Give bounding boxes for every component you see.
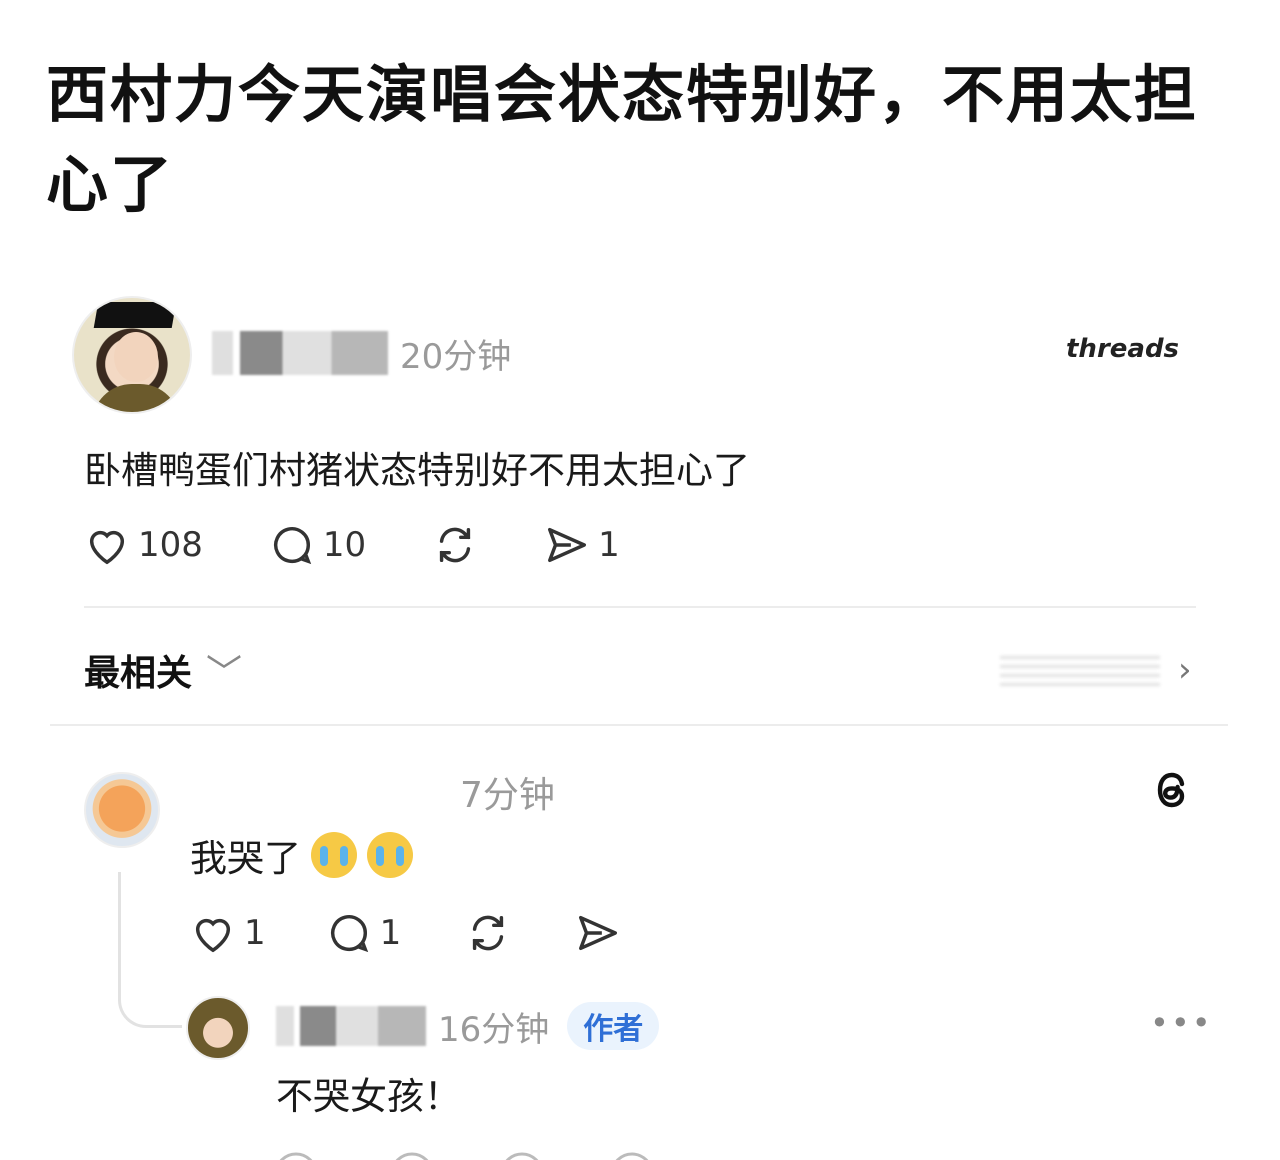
comment-actions: 1 1 <box>190 910 621 956</box>
author-badge: 作者 <box>567 1002 660 1050</box>
more-icon[interactable]: ••• <box>1150 1004 1213 1042</box>
heart-icon <box>195 918 231 953</box>
post-avatar[interactable] <box>72 296 192 414</box>
reply-text: 不哭女孩！ <box>276 1075 461 1118</box>
post-meta: 20分钟 <box>212 328 511 378</box>
comment-reply-count: 1 <box>379 913 402 953</box>
threads-brand: threads <box>1066 334 1179 364</box>
reply-actions-icons <box>279 1152 649 1160</box>
blurred-username[interactable] <box>212 331 388 375</box>
send-icon <box>548 527 587 563</box>
comment-like-count: 1 <box>244 913 266 953</box>
divider <box>50 724 1228 726</box>
replier-avatar[interactable] <box>186 996 250 1060</box>
share-button[interactable]: 1 <box>544 522 620 568</box>
heart-icon <box>89 530 125 565</box>
crying-face-icon <box>311 832 357 878</box>
threads-logo-icon[interactable] <box>1148 766 1196 814</box>
send-icon <box>579 915 618 951</box>
comment-text: 我哭了 <box>190 837 301 880</box>
graduation-cap-icon <box>93 302 177 328</box>
comment-time: 7分钟 <box>460 775 555 816</box>
reply-time: 16分钟 <box>438 1009 550 1050</box>
avatar-face <box>114 332 158 382</box>
comment-reply-button[interactable]: 1 <box>326 910 402 956</box>
blurred-username[interactable] <box>276 1006 426 1046</box>
comment-like-button[interactable]: 1 <box>190 910 266 956</box>
sort-dropdown[interactable]: 最相关 ﹀ <box>84 644 242 696</box>
chevron-right-icon[interactable]: › <box>1178 650 1192 690</box>
repost-icon <box>473 915 504 951</box>
comment-text-row: 我哭了 <box>190 828 413 882</box>
sort-label: 最相关 <box>84 653 193 694</box>
threads-wordmark: threads <box>1066 334 1180 364</box>
repost-icon <box>440 527 471 563</box>
headline: 西村力今天演唱会状态特别好，不用太担心了 <box>46 58 1199 221</box>
crying-face-icon <box>367 832 413 878</box>
comment-count: 10 <box>322 525 367 565</box>
comment-share-button[interactable] <box>575 910 621 956</box>
reply-meta: 16分钟 作者 <box>276 1000 660 1052</box>
post-text: 卧槽鸭蛋们村猪状态特别好不用太担心了 <box>84 449 750 492</box>
repost-button[interactable] <box>432 522 478 568</box>
share-count: 1 <box>598 525 620 565</box>
reply-actions-peek <box>272 1146 672 1160</box>
like-count: 108 <box>138 525 203 565</box>
comment-bubble-icon <box>273 527 312 565</box>
like-button[interactable]: 108 <box>84 522 203 568</box>
comment-bubble-icon <box>330 915 368 953</box>
post-time: 20分钟 <box>400 336 512 377</box>
comment-repost-button[interactable] <box>465 910 511 956</box>
comment-button[interactable]: 10 <box>269 522 366 568</box>
divider <box>84 606 1196 608</box>
chevron-down-icon: ﹀ <box>206 653 243 694</box>
thread-connector-line <box>118 872 182 1028</box>
commenter-avatar[interactable] <box>84 772 160 848</box>
post-actions: 108 10 1 <box>84 522 620 568</box>
blurred-activity-link[interactable] <box>1000 650 1160 686</box>
avatar-gown <box>92 384 180 412</box>
